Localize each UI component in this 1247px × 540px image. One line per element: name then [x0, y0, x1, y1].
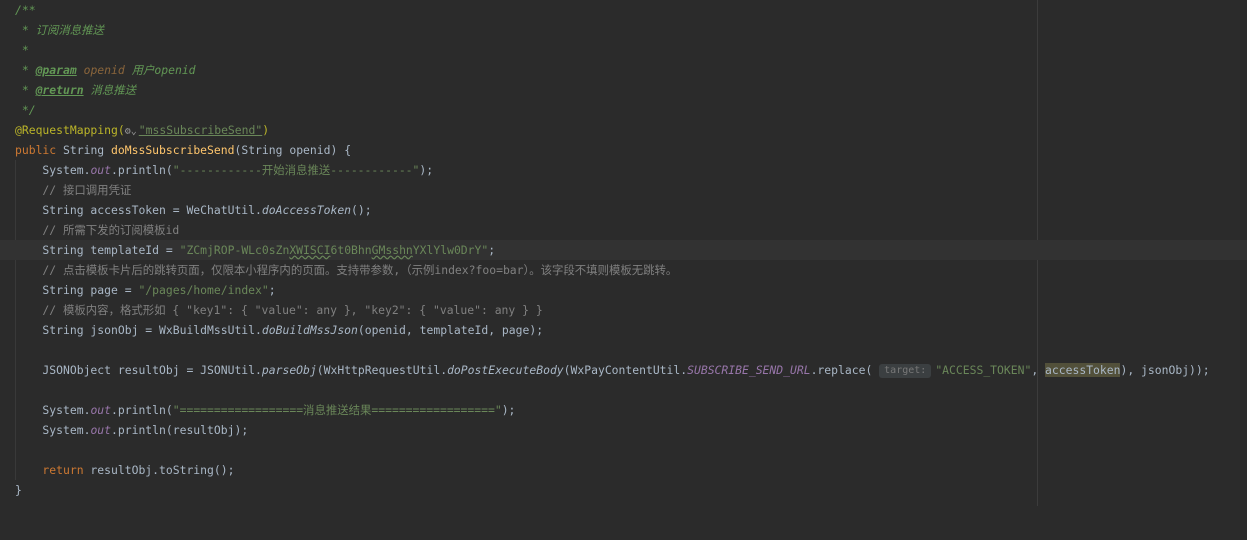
code-line-15[interactable]: String page = "/pages/home/index";	[0, 280, 1247, 300]
string-literal: "==================消息推送结果===============…	[172, 403, 502, 417]
string-literal: "ZCmjROP-WLc0sZn	[179, 243, 290, 257]
code-text: (String openid) {	[234, 143, 352, 157]
code-text: (WxPayContentUtil.	[563, 363, 688, 377]
code-line-16[interactable]: // 模板内容，格式形如 { "key1": { "value": any },…	[0, 300, 1247, 320]
doc-param-name: openid	[76, 63, 125, 77]
code-line-4[interactable]: * @param openid 用户openid	[0, 60, 1247, 80]
parameter-hint: target:	[879, 364, 932, 378]
typo-marker: XWISCI	[289, 243, 331, 257]
static-method: doAccessToken	[261, 203, 352, 217]
doc-comment: */	[15, 103, 36, 117]
annotation: @RequestMapping(	[15, 123, 125, 137]
line-comment: // 所需下发的订阅模板id	[15, 223, 180, 237]
code-text: );	[501, 403, 516, 417]
code-text: (openid, templateId, page);	[357, 323, 544, 337]
code-editor[interactable]: /** * 订阅消息推送 * * @param openid 用户openid …	[0, 0, 1247, 506]
code-text: ;	[488, 243, 496, 257]
closing-brace: }	[15, 483, 22, 497]
code-line-17[interactable]: String jsonObj = WxBuildMssUtil.doBuildM…	[0, 320, 1247, 340]
doc-tag-param: @param	[35, 63, 77, 77]
highlighted-identifier: accessToken	[1045, 363, 1121, 377]
static-method: parseObj	[261, 363, 317, 377]
code-line-8[interactable]: public String doMssSubscribeSend(String …	[0, 140, 1247, 160]
code-text: System.	[15, 423, 91, 437]
code-text: ,	[1031, 363, 1046, 377]
line-comment: // 点击模板卡片后的跳转页面，仅限本小程序内的页面。支持带参数,（示例inde…	[15, 263, 678, 277]
code-text: String templateId =	[15, 243, 180, 257]
code-line-24[interactable]: return resultObj.toString();	[0, 460, 1247, 480]
code-text: System.	[15, 403, 91, 417]
static-field: SUBSCRIBE_SEND_URL	[687, 363, 811, 377]
doc-comment: *	[15, 63, 36, 77]
code-text: resultObj.toString();	[83, 463, 235, 477]
code-text: String jsonObj = WxBuildMssUtil.	[15, 323, 262, 337]
code-line-10[interactable]: // 接口调用凭证	[0, 180, 1247, 200]
code-line-6[interactable]: */	[0, 100, 1247, 120]
code-line-2[interactable]: * 订阅消息推送	[0, 20, 1247, 40]
code-text: String accessToken = WeChatUtil.	[15, 203, 262, 217]
code-text: .println(resultObj);	[111, 423, 249, 437]
static-field: out	[90, 423, 112, 437]
line-comment: // 接口调用凭证	[15, 183, 132, 197]
code-text: String page =	[15, 283, 139, 297]
code-line-21[interactable]: System.out.println("==================消息…	[0, 400, 1247, 420]
typo-marker: GMsshn	[371, 243, 413, 257]
code-line-25[interactable]: }	[0, 480, 1247, 500]
code-text: ;	[268, 283, 276, 297]
doc-comment: /**	[15, 3, 36, 17]
static-method: doPostExecuteBody	[447, 363, 564, 377]
line-comment: // 模板内容，格式形如 { "key1": { "value": any },…	[15, 303, 543, 317]
code-line-5[interactable]: * @return 消息推送	[0, 80, 1247, 100]
code-line-23[interactable]	[0, 440, 1247, 460]
code-text: ();	[351, 203, 372, 217]
code-line-18[interactable]	[0, 340, 1247, 360]
doc-comment: 用户openid	[124, 63, 196, 77]
code-text: .println(	[111, 163, 173, 177]
string-literal: YXlYlw0DrY"	[412, 243, 489, 257]
code-text: ), jsonObj));	[1120, 363, 1210, 377]
code-line-14[interactable]: // 点击模板卡片后的跳转页面，仅限本小程序内的页面。支持带参数,（示例inde…	[0, 260, 1247, 280]
static-field: out	[90, 403, 112, 417]
code-line-1[interactable]: /**	[0, 0, 1247, 20]
keyword: public	[15, 143, 57, 157]
static-method: doBuildMssJson	[261, 323, 358, 337]
code-line-12[interactable]: // 所需下发的订阅模板id	[0, 220, 1247, 240]
doc-comment: * 订阅消息推送	[15, 23, 104, 37]
static-field: out	[90, 163, 112, 177]
string-literal: "------------开始消息推送------------"	[172, 163, 420, 177]
doc-comment: 消息推送	[83, 83, 137, 97]
doc-comment: *	[15, 83, 36, 97]
code-line-19[interactable]: JSONObject resultObj = JSONUtil.parseObj…	[0, 360, 1247, 380]
web-endpoint-icon[interactable]: ⚙⌄	[125, 122, 137, 142]
annotation: )	[262, 123, 270, 137]
string-literal: 6t0Bhn	[330, 243, 372, 257]
code-text: String	[56, 143, 112, 157]
code-text: System.	[15, 163, 91, 177]
string-literal: "ACCESS_TOKEN"	[935, 363, 1032, 377]
string-literal[interactable]: "mssSubscribeSend"	[139, 123, 262, 137]
code-line-20[interactable]	[0, 380, 1247, 400]
code-line-11[interactable]: String accessToken = WeChatUtil.doAccess…	[0, 200, 1247, 220]
code-line-22[interactable]: System.out.println(resultObj);	[0, 420, 1247, 440]
code-text: );	[419, 163, 434, 177]
code-text: (WxHttpRequestUtil.	[316, 363, 448, 377]
method-name: doMssSubscribeSend	[111, 143, 235, 157]
code-line-3[interactable]: *	[0, 40, 1247, 60]
code-line-9[interactable]: System.out.println("------------开始消息推送--…	[0, 160, 1247, 180]
keyword: return	[15, 463, 84, 477]
code-line-13-current[interactable]: String templateId = "ZCmjROP-WLc0sZnXWIS…	[0, 240, 1247, 260]
code-text: .println(	[111, 403, 173, 417]
string-literal: "/pages/home/index"	[138, 283, 269, 297]
code-text: JSONObject resultObj = JSONUtil.	[15, 363, 262, 377]
doc-tag-return: @return	[35, 83, 84, 97]
doc-comment: *	[15, 43, 29, 57]
code-line-7[interactable]: @RequestMapping(⚙⌄ "mssSubscribeSend")	[0, 120, 1247, 140]
code-text: .replace(	[810, 363, 880, 377]
